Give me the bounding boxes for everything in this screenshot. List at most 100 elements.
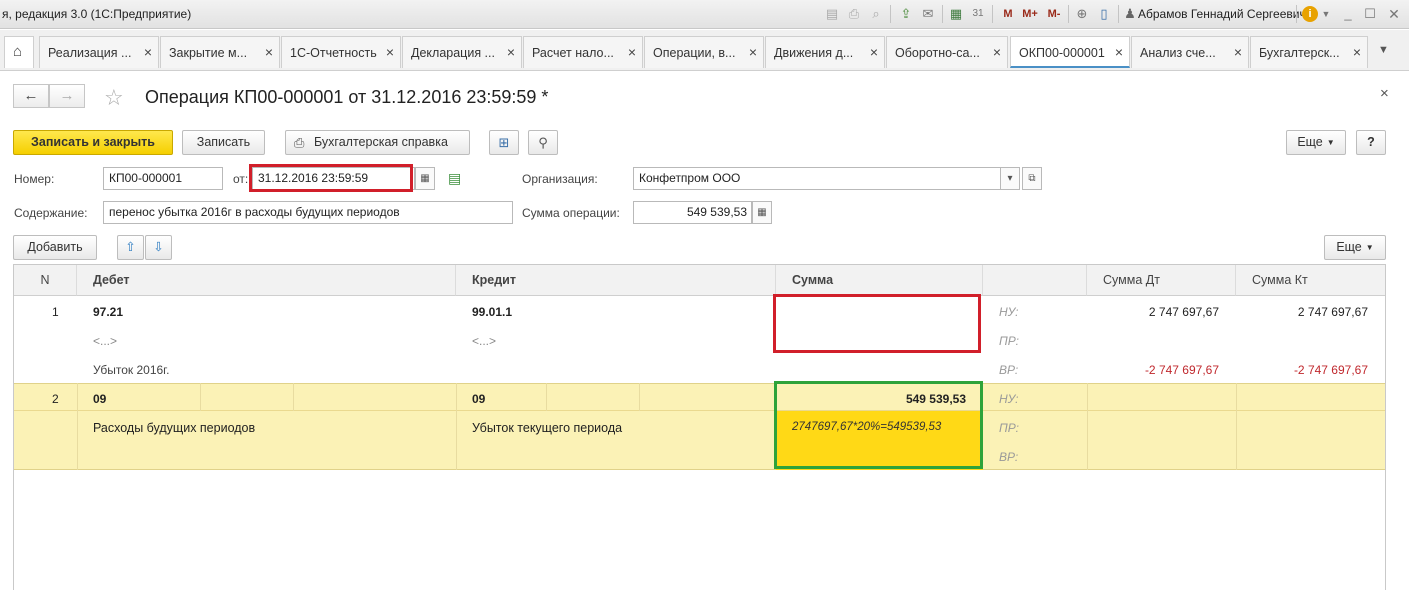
tab-accounting-report[interactable]: Бухгалтерск... × bbox=[1250, 36, 1368, 68]
user-name[interactable]: Абрамов Геннадий Сергеевич bbox=[1138, 7, 1306, 21]
credit-subconto[interactable]: <...> bbox=[472, 334, 496, 348]
calendar-button[interactable]: ▦ bbox=[415, 167, 435, 190]
tab-account-analysis[interactable]: Анализ сче... × bbox=[1131, 36, 1249, 68]
info-dropdown-icon[interactable]: ▼ bbox=[1318, 6, 1334, 22]
nu-sum-kt[interactable]: 2 747 697,67 bbox=[1236, 305, 1368, 319]
close-icon[interactable]: × bbox=[993, 44, 1001, 60]
vr-label: ВР: bbox=[999, 363, 1019, 377]
empty-sum-highlight-frame bbox=[773, 294, 981, 353]
column-header-sum-dt[interactable]: Сумма Дт bbox=[1087, 265, 1236, 296]
vr-sum-kt[interactable]: -2 747 697,67 bbox=[1236, 363, 1368, 377]
arrow-up-icon: ⇧ bbox=[125, 240, 136, 254]
attach-button[interactable]: ⚲ bbox=[528, 130, 558, 155]
calendar-icon: ▦ bbox=[420, 173, 430, 184]
debit-account[interactable]: 97.21 bbox=[93, 305, 123, 319]
memory-mplus-button[interactable]: M+ bbox=[1020, 6, 1040, 22]
save-button[interactable]: Записать bbox=[182, 130, 265, 155]
pr-label: ПР: bbox=[999, 334, 1019, 348]
credit-account[interactable]: 99.01.1 bbox=[472, 305, 512, 319]
tab-movements[interactable]: Движения д... × bbox=[765, 36, 885, 68]
favorite-star-icon[interactable]: ☆ bbox=[104, 85, 124, 111]
mail-icon[interactable]: ✉ bbox=[920, 6, 936, 22]
close-icon[interactable]: × bbox=[386, 44, 394, 60]
column-header-debit[interactable]: Дебет bbox=[77, 265, 456, 296]
credit-subconto[interactable]: Убыток текущего периода bbox=[472, 421, 622, 435]
close-icon[interactable]: × bbox=[1353, 44, 1361, 60]
forward-button[interactable]: → bbox=[49, 84, 85, 108]
column-header-credit[interactable]: Кредит bbox=[456, 265, 776, 296]
tab-label: Расчет нало... bbox=[532, 46, 614, 60]
column-divider bbox=[456, 383, 457, 470]
home-tab[interactable]: ⌂ bbox=[4, 36, 34, 68]
tab-label: ОКП00-000001 bbox=[1019, 46, 1105, 60]
save-and-close-button[interactable]: Записать и закрыть bbox=[13, 130, 173, 155]
tab-label: 1С-Отчетность bbox=[290, 46, 377, 60]
tabs-more-icon[interactable]: ▼ bbox=[1378, 44, 1389, 56]
content-field[interactable]: перенос убытка 2016г в расходы будущих п… bbox=[103, 201, 513, 224]
panel-icon[interactable]: ▯ bbox=[1096, 6, 1112, 22]
close-icon[interactable]: × bbox=[749, 44, 757, 60]
nu-sum-dt[interactable]: 2 747 697,67 bbox=[1087, 305, 1219, 319]
memory-mminus-button[interactable]: M- bbox=[1044, 6, 1064, 22]
number-field[interactable]: КП00-000001 bbox=[103, 167, 223, 190]
move-up-button[interactable]: ⇧ bbox=[117, 235, 144, 260]
debit-account[interactable]: 09 bbox=[93, 392, 106, 406]
preview-icon[interactable]: ⌕ bbox=[868, 6, 884, 22]
row-number: 1 bbox=[52, 305, 59, 319]
tab-1c-reporting[interactable]: 1С-Отчетность × bbox=[281, 36, 401, 68]
memory-m-button[interactable]: M bbox=[1000, 6, 1016, 22]
debit-subconto[interactable]: <...> bbox=[93, 334, 117, 348]
close-form-icon[interactable]: × bbox=[1380, 85, 1389, 102]
calculator-icon[interactable]: ▦ bbox=[948, 6, 964, 22]
close-icon[interactable]: × bbox=[628, 44, 636, 60]
move-down-button[interactable]: ⇩ bbox=[145, 235, 172, 260]
close-icon[interactable]: × bbox=[265, 44, 273, 60]
close-icon[interactable]: × bbox=[144, 44, 152, 60]
accounting-report-button[interactable]: ⎙ Бухгалтерская справка bbox=[285, 130, 470, 155]
vr-sum-dt[interactable]: -2 747 697,67 bbox=[1087, 363, 1219, 377]
calendar-icon[interactable]: 31 bbox=[970, 6, 986, 22]
column-header-type[interactable] bbox=[983, 265, 1087, 296]
operation-sum-field[interactable]: 549 539,53 bbox=[633, 201, 752, 224]
close-window-icon[interactable]: ✕ bbox=[1386, 6, 1402, 22]
tab-realization[interactable]: Реализация ... × bbox=[39, 36, 159, 68]
zoom-icon[interactable]: ⊕ bbox=[1074, 6, 1090, 22]
add-row-button[interactable]: Добавить bbox=[13, 235, 97, 260]
organization-open-button[interactable]: ⧉ bbox=[1022, 167, 1042, 190]
close-icon[interactable]: × bbox=[1115, 44, 1123, 60]
credit-account[interactable]: 09 bbox=[472, 392, 485, 406]
tab-tax-calc[interactable]: Расчет нало... × bbox=[523, 36, 643, 68]
save-icon[interactable]: ▤ bbox=[824, 6, 840, 22]
back-button[interactable]: ← bbox=[13, 84, 49, 108]
column-divider bbox=[639, 383, 640, 411]
date-note-icon[interactable]: ▤ bbox=[448, 170, 461, 187]
debit-subconto-2[interactable]: Убыток 2016г. bbox=[93, 363, 169, 377]
chevron-down-icon: ▼ bbox=[1365, 243, 1374, 252]
column-header-sum[interactable]: Сумма bbox=[776, 265, 983, 296]
more-button[interactable]: Еще ▼ bbox=[1286, 130, 1346, 155]
pr-label: ПР: bbox=[999, 421, 1019, 435]
organization-field[interactable]: Конфетпром ООО bbox=[633, 167, 1001, 190]
tab-closing-month[interactable]: Закрытие м... × bbox=[160, 36, 280, 68]
tab-label: Декларация ... bbox=[411, 46, 495, 60]
structure-button[interactable]: ⊞ bbox=[489, 130, 519, 155]
print-icon[interactable]: ⎙ bbox=[846, 6, 862, 22]
tab-declaration[interactable]: Декларация ... × bbox=[402, 36, 522, 68]
maximize-icon[interactable]: ☐ bbox=[1362, 6, 1378, 22]
debit-subconto[interactable]: Расходы будущих периодов bbox=[93, 421, 255, 435]
column-header-n[interactable]: N bbox=[14, 265, 77, 296]
tab-turnover[interactable]: Оборотно-са... × bbox=[886, 36, 1008, 68]
close-icon[interactable]: × bbox=[870, 44, 878, 60]
minimize-icon[interactable]: _ bbox=[1340, 6, 1356, 22]
close-icon[interactable]: × bbox=[507, 44, 515, 60]
calculator-button[interactable]: ▦ bbox=[752, 201, 772, 224]
upload-icon[interactable]: ⇪ bbox=[898, 6, 914, 22]
organization-dropdown-button[interactable]: ▾ bbox=[1000, 167, 1020, 190]
tab-okp-operation[interactable]: ОКП00-000001 × bbox=[1010, 36, 1130, 68]
column-header-sum-kt[interactable]: Сумма Кт bbox=[1236, 265, 1385, 296]
table-more-button[interactable]: Еще ▼ bbox=[1324, 235, 1386, 260]
close-icon[interactable]: × bbox=[1234, 44, 1242, 60]
help-button[interactable]: ? bbox=[1356, 130, 1386, 155]
tab-operations[interactable]: Операции, в... × bbox=[644, 36, 764, 68]
info-icon[interactable]: i bbox=[1302, 6, 1318, 22]
